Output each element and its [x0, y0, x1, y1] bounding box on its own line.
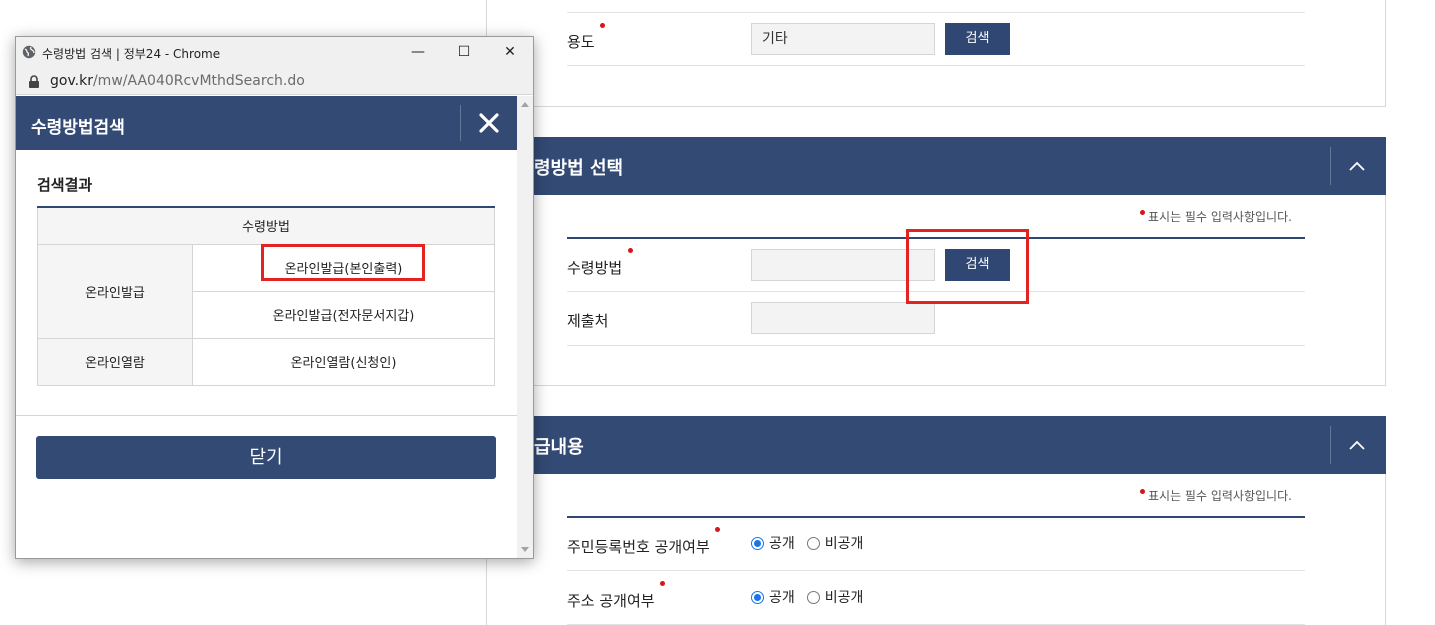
scroll-up-icon[interactable]: [521, 102, 529, 107]
receive-method-search-popup: 수령방법 검색 | 정부24 - Chrome — ☐ ✕ gov.kr/mw/…: [15, 36, 534, 559]
popup-title: 수령방법검색: [31, 118, 125, 138]
rrn-disclosure-row: 주민등록번호 공개여부 공개 비공개: [567, 517, 1305, 571]
divider: [460, 105, 461, 141]
highlight-box: [906, 229, 1029, 304]
purpose-row: 용도 기타 검색: [567, 12, 1305, 66]
required-dot: [715, 527, 720, 532]
required-dot: [628, 248, 633, 253]
maximize-button[interactable]: ☐: [441, 37, 487, 67]
receive-method-label: 수령방법: [567, 259, 623, 277]
receive-method-section-header[interactable]: 령방법 선택: [486, 137, 1386, 195]
address-disclosure-label: 주소 공개여부: [567, 592, 655, 610]
address-public-radio[interactable]: [751, 590, 764, 604]
divider: [1330, 147, 1331, 185]
rrn-private-radio[interactable]: [806, 536, 820, 550]
required-dot: [660, 581, 665, 586]
purpose-search-button[interactable]: 검색: [945, 23, 1010, 55]
required-note-text: 표시는 필수 입력사항입니다.: [1148, 489, 1292, 503]
popup-header: 수령방법검색: [16, 96, 517, 150]
address-private-radio[interactable]: [806, 590, 820, 604]
address-bar[interactable]: gov.kr/mw/AA040RcvMthdSearch.do: [16, 67, 533, 95]
required-note: 표시는 필수 입력사항입니다.: [1140, 208, 1292, 225]
result-table: 수령방법 온라인발급 온라인발급(본인출력) 온라인발급(전자문서지갑) 온라인…: [37, 206, 495, 386]
method-label: 온라인열람(신청인): [290, 356, 397, 371]
radio-label: 공개: [769, 536, 795, 552]
popup-body: 검색결과 수령방법 온라인발급 온라인발급(본인출력) 온라인발급(전자문서지갑…: [16, 150, 517, 416]
globe-icon: [22, 45, 36, 59]
required-dot: [1140, 489, 1145, 494]
card-divider: [486, 106, 1386, 107]
scroll-down-icon[interactable]: [521, 547, 529, 552]
window-titlebar[interactable]: 수령방법 검색 | 정부24 - Chrome — ☐ ✕: [16, 37, 533, 67]
window-title: 수령방법 검색 | 정부24 - Chrome: [42, 47, 221, 61]
card-divider: [486, 385, 1386, 386]
required-note: 표시는 필수 입력사항입니다.: [1140, 487, 1292, 504]
lock-icon: [29, 75, 39, 88]
radio-label: 비공개: [824, 536, 864, 552]
required-dot: [600, 23, 605, 28]
divider: [1330, 426, 1331, 464]
method-option-view[interactable]: 온라인열람(신청인): [192, 337, 495, 386]
purpose-label: 용도: [567, 33, 595, 51]
url-text: gov.kr/mw/AA040RcvMthdSearch.do: [50, 73, 305, 89]
scrollbar[interactable]: [517, 96, 533, 558]
url-path: /mw/AA040RcvMthdSearch.do: [92, 73, 305, 89]
group-cell: 온라인발급: [37, 243, 193, 339]
submit-to-label: 제출처: [567, 312, 609, 330]
close-button[interactable]: 닫기: [36, 436, 496, 479]
chevron-up-icon[interactable]: [1346, 157, 1368, 175]
group-cell: 온라인열람: [37, 337, 193, 386]
method-label: 온라인발급(전자문서지갑): [272, 309, 415, 324]
page: 용도 기타 검색 령방법 선택 표시는 필수 입력사항입니다. 수령방법 검색 …: [0, 0, 1435, 625]
table-header: 수령방법: [37, 208, 495, 245]
address-disclosure-row: 주소 공개여부 공개 비공개: [567, 571, 1305, 625]
rrn-disclosure-label: 주민등록번호 공개여부: [567, 538, 710, 556]
section-title: 급내용: [534, 437, 584, 458]
result-title: 검색결과: [37, 176, 93, 194]
popup-content: 수령방법검색 검색결과 수령방법 온라인발급 온라인발급(본인출력) 온라인발급…: [16, 96, 517, 558]
chevron-up-icon[interactable]: [1346, 436, 1368, 454]
url-host: gov.kr: [50, 73, 93, 89]
address-disclosure-radio-group: 공개 비공개: [751, 587, 875, 607]
radio-label: 공개: [769, 590, 795, 606]
radio-label: 비공개: [824, 590, 864, 606]
issue-content-section-header[interactable]: 급내용: [486, 416, 1386, 474]
rrn-public-radio[interactable]: [751, 536, 764, 550]
section-title: 령방법 선택: [534, 158, 624, 179]
required-dot: [1140, 210, 1145, 215]
required-note-text: 표시는 필수 입력사항입니다.: [1148, 210, 1292, 224]
close-icon[interactable]: [474, 108, 504, 138]
highlight-box: [261, 244, 425, 281]
purpose-input[interactable]: 기타: [751, 23, 935, 55]
rrn-disclosure-radio-group: 공개 비공개: [751, 533, 875, 553]
method-option-wallet[interactable]: 온라인발급(전자문서지갑): [192, 290, 495, 339]
window-close-button[interactable]: ✕: [487, 37, 533, 67]
submit-to-input[interactable]: [751, 302, 935, 334]
minimize-button[interactable]: —: [395, 37, 441, 67]
